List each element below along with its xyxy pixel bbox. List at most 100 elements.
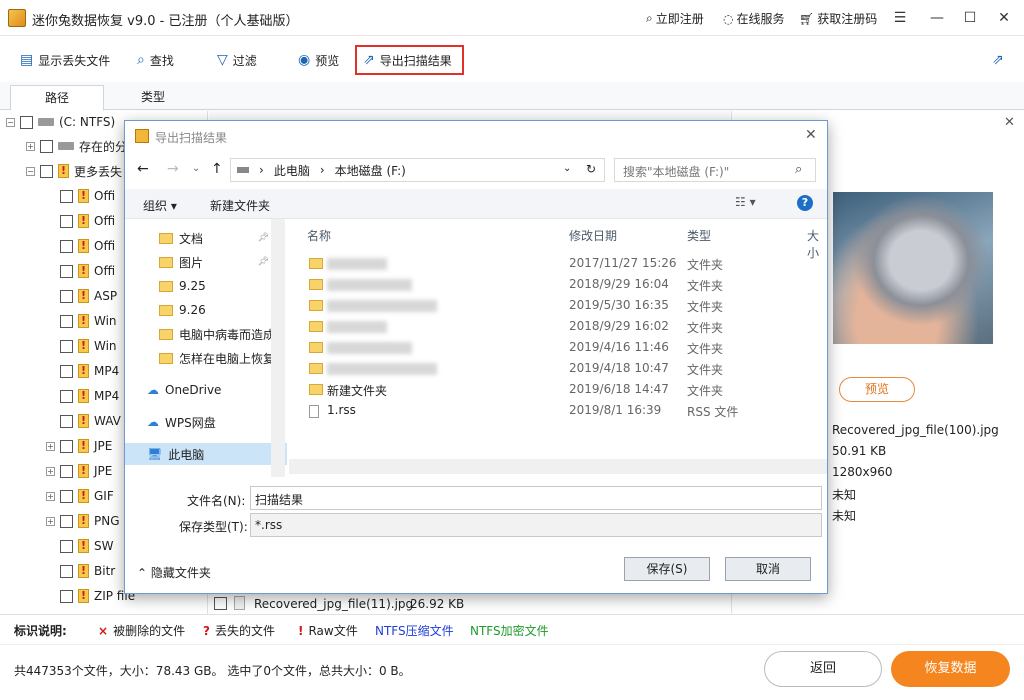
- filter-button[interactable]: ▽ 过滤: [211, 45, 263, 75]
- checkbox[interactable]: [60, 439, 73, 453]
- expand-icon[interactable]: +: [26, 141, 35, 151]
- tree-item[interactable]: SW: [46, 535, 113, 557]
- nav-item[interactable]: ☁ OneDrive: [125, 379, 287, 401]
- nav-item[interactable]: 图片 📌︎: [125, 251, 287, 273]
- dialog-close-icon[interactable]: ✕: [805, 127, 817, 143]
- column-modified[interactable]: 修改日期: [569, 227, 617, 244]
- refresh-icon[interactable]: ↻: [586, 162, 596, 176]
- help-icon[interactable]: ?: [797, 195, 813, 211]
- tree-item[interactable]: + PNG: [46, 510, 120, 532]
- file-row[interactable]: 2019/5/30 16:35 文件夹: [289, 295, 827, 316]
- tree-item[interactable]: + JPE: [46, 460, 112, 482]
- table-row[interactable]: Recovered_jpg_file(11).jpg 26.92 KB: [210, 594, 730, 614]
- checkbox[interactable]: [60, 289, 73, 303]
- close-button[interactable]: ✕: [992, 6, 1016, 30]
- checkbox[interactable]: [60, 364, 73, 378]
- tree-item[interactable]: Offi: [46, 185, 115, 207]
- tab-type[interactable]: 类型: [106, 85, 200, 111]
- expand-icon[interactable]: +: [46, 491, 55, 501]
- tree-item[interactable]: ZIP file: [46, 585, 135, 607]
- checkbox[interactable]: [60, 389, 73, 403]
- checkbox[interactable]: [60, 539, 73, 553]
- file-row[interactable]: 新建文件夹 2019/6/18 14:47 文件夹: [289, 379, 827, 400]
- register-link[interactable]: ⌕ 立即注册: [646, 10, 704, 27]
- column-type[interactable]: 类型: [687, 227, 711, 244]
- menu-icon[interactable]: ☰: [888, 6, 912, 30]
- show-lost-files-button[interactable]: ▤ 显示丢失文件: [14, 45, 116, 75]
- checkbox[interactable]: [60, 189, 73, 203]
- address-bar[interactable]: › 此电脑 › 本地磁盘 (F:) ⌄ ↻: [230, 158, 605, 182]
- tree-item[interactable]: + GIF: [46, 485, 114, 507]
- checkbox[interactable]: [60, 339, 73, 353]
- online-service-link[interactable]: ◌ 在线服务: [723, 10, 785, 27]
- collapse-icon[interactable]: −: [26, 166, 35, 176]
- checkbox[interactable]: [60, 589, 73, 603]
- file-row[interactable]: 2017/11/27 15:26 文件夹: [289, 253, 827, 274]
- tree-item[interactable]: + JPE: [46, 435, 112, 457]
- save-button[interactable]: 保存(S): [624, 557, 710, 581]
- cancel-button[interactable]: 取消: [725, 557, 811, 581]
- export-scan-result-button[interactable]: ⇗ 导出扫描结果: [355, 45, 464, 75]
- collapse-icon[interactable]: −: [6, 117, 15, 127]
- tree-item-existing[interactable]: + 存在的分: [26, 135, 127, 157]
- file-row[interactable]: 2018/9/29 16:04 文件夹: [289, 274, 827, 295]
- preview-image-button[interactable]: 预览: [839, 377, 915, 402]
- checkbox[interactable]: [60, 264, 73, 278]
- back-button[interactable]: 返回: [764, 651, 882, 687]
- tree-item[interactable]: MP4: [46, 360, 119, 382]
- tree-item[interactable]: MP4: [46, 385, 119, 407]
- chevron-down-icon[interactable]: ⌄: [563, 163, 571, 174]
- back-arrow-icon[interactable]: ←: [137, 161, 149, 177]
- get-code-link[interactable]: 🛒︎ 获取注册码: [799, 10, 877, 27]
- new-folder-button[interactable]: 新建文件夹: [210, 197, 270, 214]
- checkbox[interactable]: [60, 514, 73, 528]
- tree-item[interactable]: Win: [46, 335, 117, 357]
- expand-icon[interactable]: +: [46, 466, 55, 476]
- chevron-down-icon[interactable]: ⌄: [192, 163, 200, 174]
- expand-icon[interactable]: +: [46, 441, 55, 451]
- nav-scrollbar[interactable]: [271, 219, 285, 477]
- tree-item[interactable]: Offi: [46, 235, 115, 257]
- tree-item[interactable]: Bitr: [46, 560, 115, 582]
- breadcrumb-this-pc[interactable]: 此电脑: [274, 162, 310, 179]
- tree-item[interactable]: ASP: [46, 285, 117, 307]
- tree-item-more-lost[interactable]: −更多丢失: [26, 160, 122, 182]
- nav-item[interactable]: 9.25: [125, 275, 287, 297]
- find-button[interactable]: ⌕ 查找: [131, 45, 180, 75]
- breadcrumb-local-disk[interactable]: 本地磁盘 (F:): [335, 162, 406, 179]
- checkbox[interactable]: [214, 597, 227, 610]
- hide-folders-toggle[interactable]: ⌃ 隐藏文件夹: [137, 564, 211, 581]
- nav-item[interactable]: 怎样在电脑上恢复: [125, 347, 287, 369]
- filetype-select[interactable]: *.rss: [250, 513, 822, 537]
- expand-icon[interactable]: +: [46, 516, 55, 526]
- tree-item[interactable]: Offi: [46, 210, 115, 232]
- nav-item[interactable]: 🖥︎ 此电脑: [125, 443, 287, 465]
- checkbox[interactable]: [60, 314, 73, 328]
- filename-field[interactable]: 扫描结果: [250, 486, 822, 510]
- organize-menu[interactable]: 组织 ▾: [143, 197, 177, 214]
- recover-data-button[interactable]: 恢复数据: [891, 651, 1010, 687]
- file-row[interactable]: 2019/4/16 11:46 文件夹: [289, 337, 827, 358]
- checkbox[interactable]: [60, 214, 73, 228]
- tab-path[interactable]: 路径: [10, 85, 104, 111]
- tree-item[interactable]: Win: [46, 310, 117, 332]
- checkbox[interactable]: [60, 489, 73, 503]
- checkbox[interactable]: [60, 414, 73, 428]
- checkbox[interactable]: [20, 115, 33, 129]
- checkbox[interactable]: [60, 564, 73, 578]
- horizontal-scrollbar[interactable]: [289, 459, 827, 474]
- search-input[interactable]: 搜索"本地磁盘 (F:)": [614, 158, 816, 182]
- file-row[interactable]: 1.rss 2019/8/1 16:39 RSS 文件: [289, 400, 827, 421]
- nav-item[interactable]: 9.26: [125, 299, 287, 321]
- nav-item[interactable]: 文档 📌︎: [125, 227, 287, 249]
- forward-arrow-icon[interactable]: →: [167, 161, 179, 177]
- checkbox[interactable]: [40, 164, 53, 178]
- file-row[interactable]: 2018/9/29 16:02 文件夹: [289, 316, 827, 337]
- minimize-button[interactable]: —: [925, 6, 949, 30]
- view-options-icon[interactable]: ☷ ▾: [735, 195, 756, 209]
- column-name[interactable]: 名称: [307, 227, 331, 244]
- close-preview-icon[interactable]: ✕: [1004, 115, 1015, 130]
- maximize-button[interactable]: ☐: [958, 6, 982, 30]
- checkbox[interactable]: [40, 139, 53, 153]
- tree-item[interactable]: Offi: [46, 260, 115, 282]
